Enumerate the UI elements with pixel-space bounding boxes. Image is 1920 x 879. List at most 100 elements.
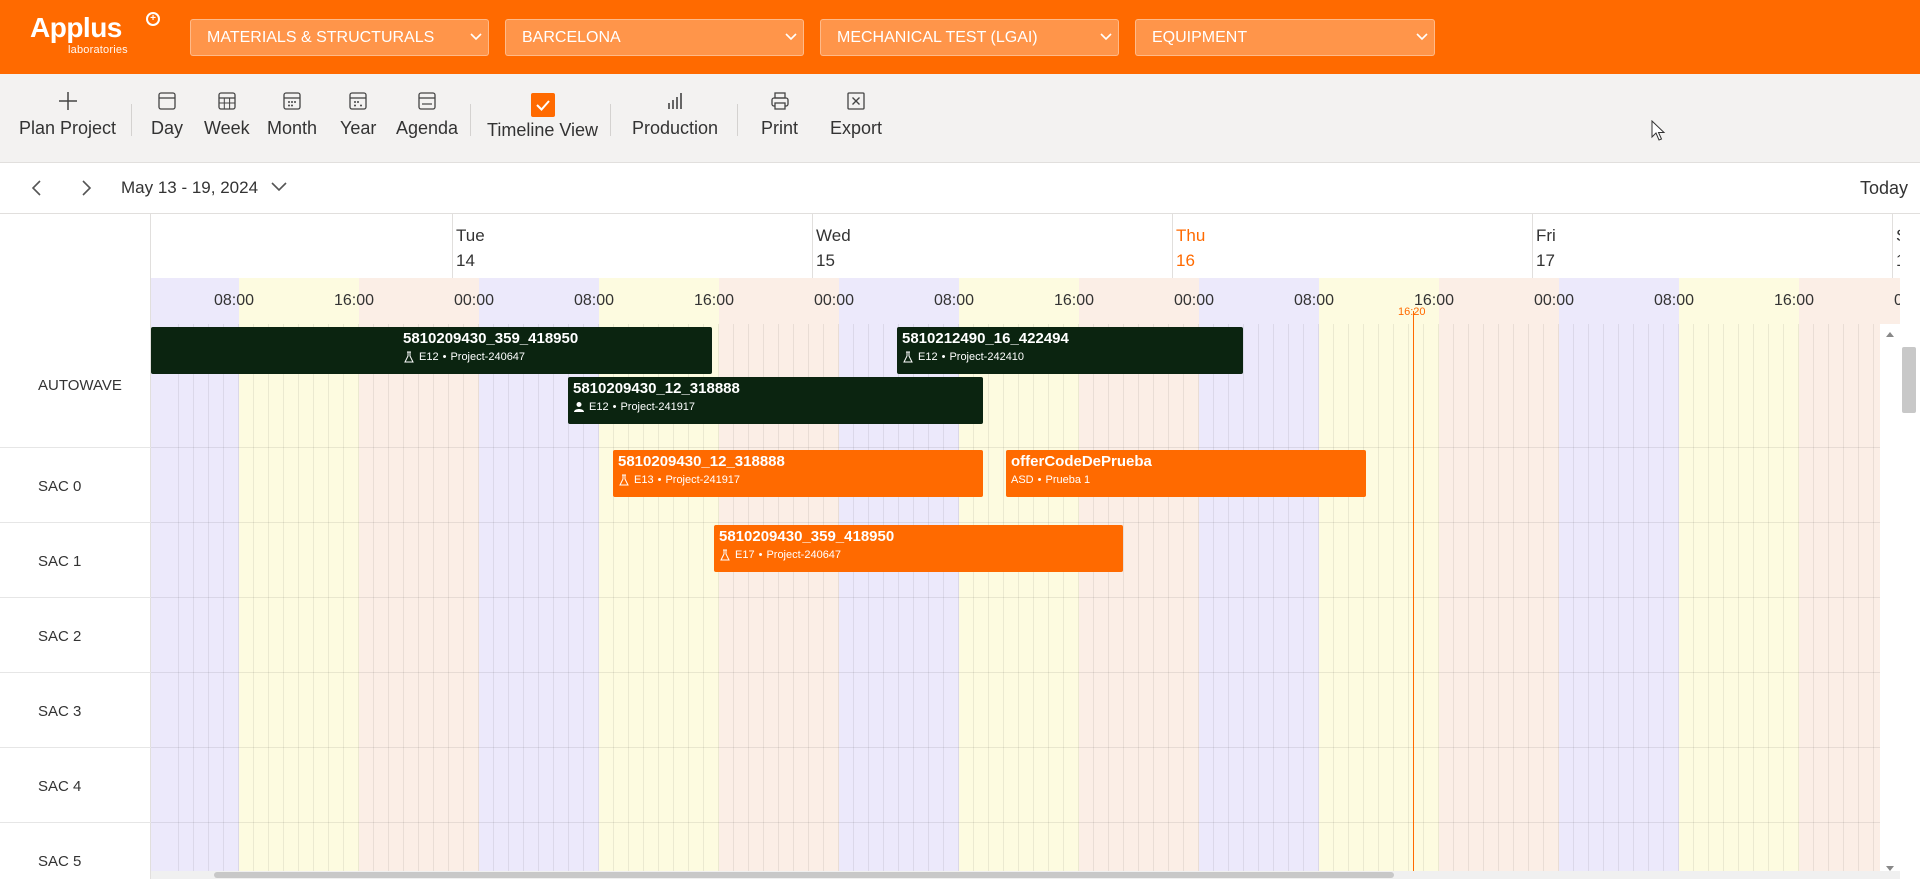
event-subtitle: E12 • Project-242410: [902, 351, 1238, 363]
day-view-button[interactable]: Day: [151, 90, 183, 139]
day-name: Wed: [816, 226, 851, 245]
time-band: [1559, 324, 1679, 879]
day-header-tue[interactable]: Tue 14: [452, 214, 812, 278]
export-label: Export: [830, 118, 883, 138]
time-band: [151, 324, 239, 879]
time-band: [1199, 324, 1319, 879]
grid-line: [1318, 324, 1319, 879]
resource-type-value: EQUIPMENT: [1152, 29, 1248, 46]
row-divider: [0, 747, 151, 748]
bullet-separator: •: [612, 401, 617, 413]
vertical-scroll-thumb[interactable]: [1902, 347, 1916, 413]
event-block[interactable]: 5810209430_359_418950 E17 • Project-24064…: [714, 525, 1123, 572]
print-button[interactable]: Print: [761, 90, 798, 139]
grid-line: [1408, 324, 1409, 879]
hour-label: 00:00: [814, 292, 855, 309]
toolbar-divider: [131, 104, 132, 136]
logo-brand: Applus: [30, 12, 122, 43]
production-button[interactable]: Production: [632, 90, 718, 139]
hour-label: 16:00: [1054, 292, 1095, 309]
plan-project-label: Plan Project: [19, 118, 117, 138]
event-code: ASD: [1011, 474, 1034, 486]
year-view-button[interactable]: Year: [340, 90, 376, 139]
vertical-scrollbar[interactable]: [1880, 324, 1900, 879]
event-block[interactable]: 5810209430_359_418950 E12 • Project-24064…: [151, 327, 712, 374]
resource-column: AUTOWAVE SAC 0 SAC 1 SAC 2 SAC 3 SAC 4 S…: [0, 214, 151, 879]
logo-sub: laboratories: [68, 44, 128, 56]
day-header-fri[interactable]: Fri 17: [1532, 214, 1892, 278]
day-header-wed[interactable]: Wed 15: [812, 214, 1172, 278]
event-block[interactable]: 5810209430_12_318888 E13 • Project-241917: [613, 450, 983, 497]
bullet-separator: •: [1037, 474, 1042, 486]
calendar-week-icon: [218, 92, 236, 110]
previous-arrow-icon[interactable]: [27, 178, 47, 198]
applus-logo[interactable]: Applus + laboratories: [30, 12, 160, 56]
grid-line: [1033, 324, 1034, 879]
timeline-grid[interactable]: Tue 14 Wed 15 Thu 16 Fri 17 S 1 08:00 16…: [151, 214, 1900, 879]
event-title: 5810209430_12_318888: [618, 453, 785, 470]
grid-line: [298, 324, 299, 879]
grid-line: [1723, 324, 1724, 879]
event-block[interactable]: offerCodeDePrueba ASD • Prueba 1: [1006, 450, 1366, 497]
scroll-up-icon[interactable]: [1885, 330, 1895, 338]
next-arrow-icon[interactable]: [76, 178, 96, 198]
grid-line: [1123, 324, 1124, 879]
agenda-icon: [418, 92, 436, 110]
location-select[interactable]: BARCELONA: [505, 19, 804, 56]
date-range-selector[interactable]: May 13 - 19, 2024: [121, 178, 258, 198]
calendar-day-icon: [158, 92, 176, 110]
grid-line: [223, 324, 224, 879]
grid-line: [268, 324, 269, 879]
resource-type-select[interactable]: EQUIPMENT: [1135, 19, 1435, 56]
chevron-down-icon: [470, 33, 482, 41]
grid-line: [1453, 324, 1454, 879]
grid-line: [1498, 324, 1499, 879]
agenda-view-button[interactable]: Agenda: [396, 90, 458, 139]
hour-label: 00:00: [454, 292, 495, 309]
export-button[interactable]: Export: [830, 90, 882, 139]
plan-project-button[interactable]: Plan Project: [19, 90, 116, 139]
grid-line: [1543, 324, 1544, 879]
grid-line: [1438, 324, 1439, 879]
row-divider: [0, 447, 151, 448]
grid-line: [448, 324, 449, 879]
flask-icon: [619, 474, 629, 486]
horizontal-scroll-thumb[interactable]: [214, 872, 1394, 878]
day-header-sat[interactable]: S 1: [1892, 214, 1900, 278]
logo-plus-mark: +: [146, 12, 160, 26]
grid-line: [1093, 324, 1094, 879]
event-subtitle: ASD • Prueba 1: [1011, 474, 1361, 486]
horizontal-scrollbar[interactable]: [151, 871, 1900, 879]
business-line-select[interactable]: MATERIALS & STRUCTURALS: [190, 19, 489, 56]
toolbar-divider: [470, 104, 471, 136]
grid-line: [1798, 324, 1799, 879]
bar-chart-icon: [668, 93, 682, 109]
resource-label: SAC 4: [38, 778, 82, 795]
grid-line: [1003, 324, 1004, 879]
week-view-button[interactable]: Week: [204, 90, 250, 139]
day-header-thu[interactable]: Thu 16: [1172, 214, 1532, 278]
week-view-label: Week: [204, 118, 250, 138]
chevron-down-icon: [1416, 33, 1428, 41]
today-button[interactable]: Today: [1860, 178, 1908, 199]
row-divider: [151, 822, 1900, 823]
chevron-down-icon[interactable]: [271, 182, 287, 192]
department-value: MECHANICAL TEST (LGAI): [837, 29, 1038, 46]
event-block[interactable]: 5810209430_12_318888 E12 • Project-241917: [568, 377, 983, 424]
event-block[interactable]: 5810212490_16_422494 E12 • Project-242410: [897, 327, 1243, 374]
timeline-scheduler: AUTOWAVE SAC 0 SAC 1 SAC 2 SAC 3 SAC 4 S…: [0, 214, 1920, 879]
department-select[interactable]: MECHANICAL TEST (LGAI): [820, 19, 1119, 56]
grid-line: [988, 324, 989, 879]
hour-label: 0: [1894, 292, 1900, 309]
event-project: Project-241917: [665, 474, 741, 486]
event-subtitle: E12 • Project-240647: [403, 351, 707, 363]
day-number: 15: [816, 251, 835, 270]
month-view-button[interactable]: Month: [267, 90, 317, 139]
event-title: offerCodeDePrueba: [1011, 453, 1152, 470]
day-number: 1: [1896, 251, 1900, 271]
timeline-view-toggle[interactable]: Timeline View: [487, 92, 598, 141]
day-view-label: Day: [151, 118, 184, 138]
agenda-view-label: Agenda: [396, 118, 459, 138]
grid-line: [523, 324, 524, 879]
row-divider: [151, 522, 1900, 523]
